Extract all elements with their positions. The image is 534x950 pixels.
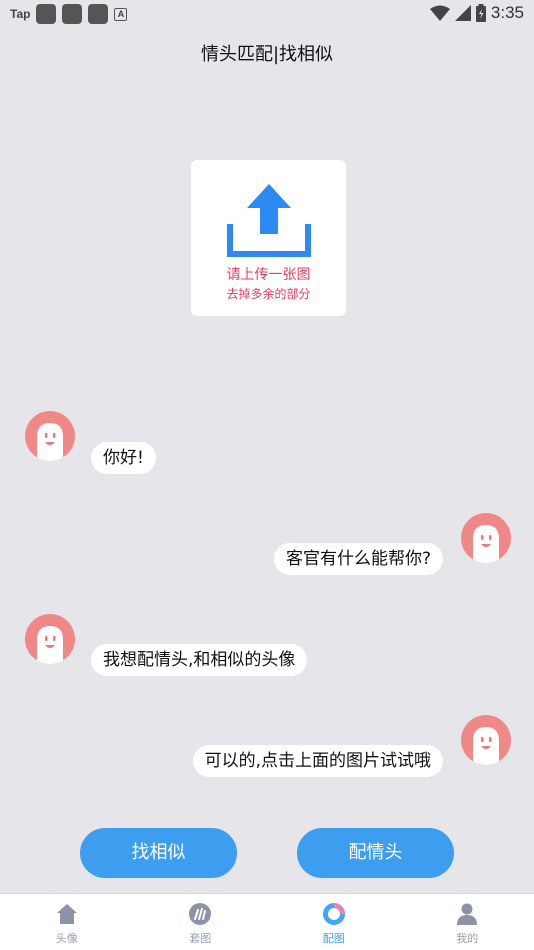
user-icon <box>457 903 478 925</box>
wifi-icon <box>429 5 450 21</box>
chat-bubble-right: 客官有什么能帮你? <box>273 543 443 575</box>
ring-icon <box>322 903 345 925</box>
chat-bubble-left: 你好! <box>91 442 156 474</box>
nav-label: 配图 <box>322 932 345 945</box>
ghost-avatar-icon <box>473 727 499 765</box>
chat-bubble-right: 可以的,点击上面的图片试试哦 <box>192 745 443 777</box>
bot-avatar <box>25 411 75 461</box>
notification-icon <box>36 4 57 24</box>
home-icon <box>56 904 77 924</box>
upload-icon <box>227 184 311 257</box>
bottom-nav: 头像 套图 配图 我的 <box>0 893 534 950</box>
upload-hint: 请上传一张图 <box>226 267 311 283</box>
ghost-avatar-icon <box>473 525 499 563</box>
notification-icon <box>88 4 109 24</box>
tap-label: Tap <box>10 7 31 21</box>
status-left: Tap A <box>10 4 128 24</box>
notification-icon <box>62 4 83 24</box>
clock: 3:35 <box>490 3 524 22</box>
user-avatar <box>461 715 511 765</box>
a-badge-icon: A <box>114 7 128 21</box>
user-avatar <box>461 513 511 563</box>
status-bar: Tap A 3:35 <box>0 0 534 28</box>
chat-bubble-left: 我想配情头,和相似的头像 <box>91 644 308 676</box>
page-title: 情头匹配|找相似 <box>200 44 334 65</box>
nav-label: 套图 <box>189 932 212 945</box>
battery-icon <box>475 4 486 22</box>
nav-item-avatar[interactable]: 头像 <box>0 894 134 950</box>
nav-label: 我的 <box>456 932 479 945</box>
brush-icon <box>189 903 212 925</box>
nav-label: 头像 <box>55 932 78 945</box>
nav-item-mine[interactable]: 我的 <box>401 894 534 950</box>
nav-item-match[interactable]: 配图 <box>267 894 401 950</box>
ghost-avatar-icon <box>37 626 63 664</box>
bot-avatar <box>25 614 75 664</box>
signal-icon <box>454 5 471 21</box>
upload-subhint: 去掉多余的部分 <box>226 287 311 301</box>
upload-card[interactable]: 请上传一张图 去掉多余的部分 <box>191 160 346 316</box>
ghost-avatar-icon <box>37 423 63 461</box>
find-similar-button[interactable]: 找相似 <box>80 828 237 878</box>
status-right: 3:35 <box>429 3 524 23</box>
nav-item-sets[interactable]: 套图 <box>134 894 268 950</box>
match-couple-button[interactable]: 配情头 <box>297 828 454 878</box>
